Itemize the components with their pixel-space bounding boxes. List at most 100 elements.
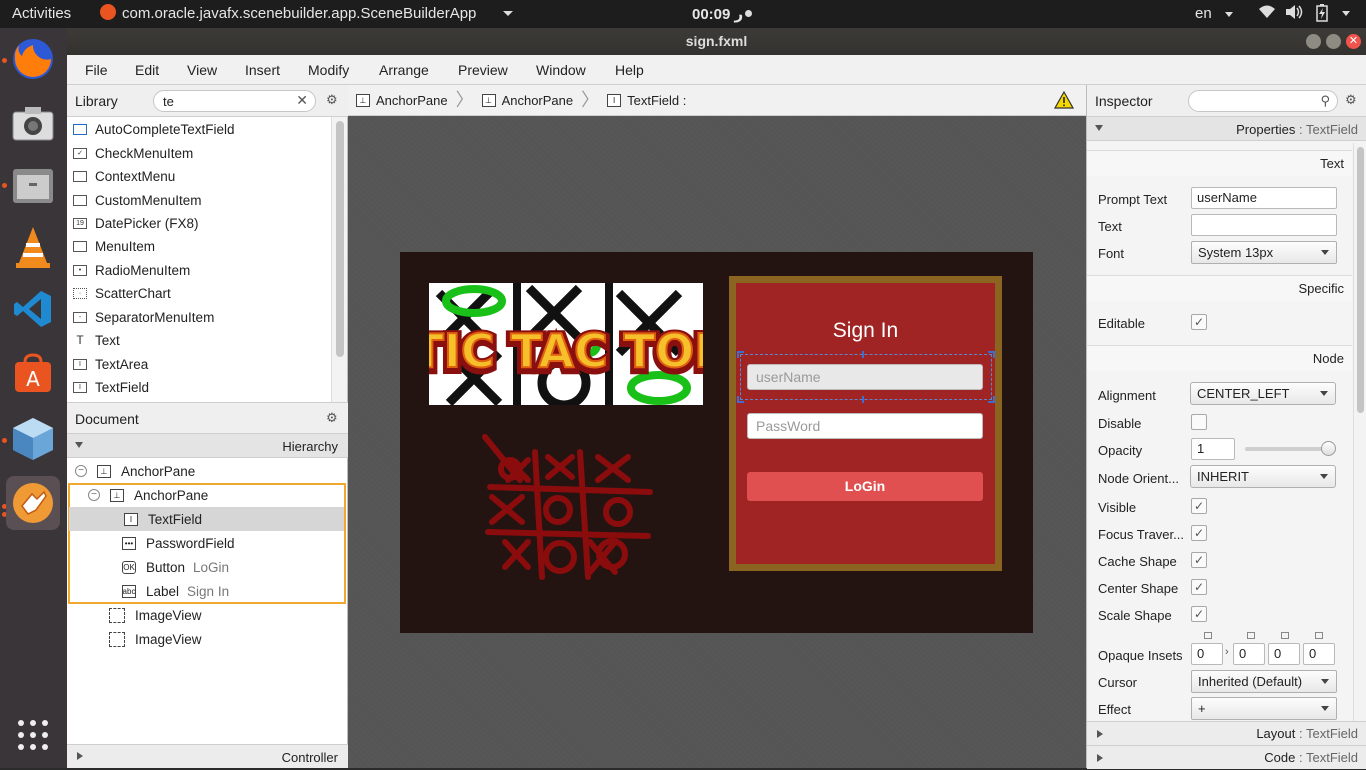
library-item[interactable]: AutoCompleteTextField [73,118,235,140]
menu-preview[interactable]: Preview [458,62,508,78]
inspector-scrollbar[interactable] [1353,143,1366,721]
effect-combo[interactable]: + [1191,697,1337,720]
tree-row-passwordfield[interactable]: ••• PasswordField [67,531,346,555]
warning-icon[interactable] [1053,90,1075,112]
tree-row-label[interactable]: abc Label Sign In [67,579,346,603]
collapse-icon[interactable]: − [75,465,87,477]
library-settings-gear-icon[interactable]: ⚙ [326,92,338,108]
show-applications-icon[interactable] [6,708,60,762]
board-imageview[interactable] [480,432,655,582]
activities-button[interactable]: Activities [12,5,71,22]
properties-header[interactable]: Properties : TextField [1087,117,1366,141]
inspector-scroll-thumb[interactable] [1357,147,1364,413]
library-item[interactable]: ContextMenu [73,165,175,187]
hierarchy-header[interactable]: Hierarchy [67,434,348,458]
library-item[interactable]: I TextField [73,376,149,398]
inset-right-field[interactable]: 0 [1233,643,1265,665]
tree-row-anchorpane-root[interactable]: − ⊥ AnchorPane [67,459,346,483]
close-button[interactable]: ✕ [1346,34,1361,49]
clock[interactable]: 00:09 ر [692,5,743,23]
vlc-icon[interactable] [6,220,60,274]
firefox-icon[interactable] [6,32,60,86]
opacity-slider-thumb[interactable] [1321,441,1336,456]
controller-header[interactable]: Controller [67,744,348,768]
library-item[interactable]: I TextArea [73,353,148,375]
library-item[interactable]: 19 DatePicker (FX8) [73,212,199,234]
center-shape-checkbox[interactable]: ✓ [1191,579,1207,595]
expand-arrow-icon[interactable] [1097,754,1103,762]
library-item[interactable]: - SeparatorMenuItem [73,306,214,328]
tree-row-imageview[interactable]: ImageView [67,627,346,651]
breadcrumb-item[interactable]: AnchorPane [376,93,448,108]
library-item[interactable]: · ScatterChart [73,282,171,304]
login-button[interactable]: LoGin [747,472,983,501]
code-section-header[interactable]: Code : TextField [1087,745,1366,769]
vscode-icon[interactable] [6,282,60,336]
layout-section-header[interactable]: Layout : TextField [1087,721,1366,745]
camera-app-icon[interactable] [6,96,60,150]
scale-shape-checkbox[interactable]: ✓ [1191,606,1207,622]
document-settings-gear-icon[interactable]: ⚙ [326,410,338,426]
collapse-arrow-icon[interactable] [1095,125,1103,131]
root-anchorpane[interactable]: TIC TAC TOE TIC TAC TOE Sign In us [400,252,1033,633]
focus-traversable-checkbox[interactable]: ✓ [1191,525,1207,541]
link-chevron-icon[interactable]: › [1225,646,1229,658]
software-center-icon[interactable]: A [6,346,60,400]
library-item[interactable]: CustomMenuItem [73,189,202,211]
library-scroll-thumb[interactable] [336,121,344,357]
tree-row-imageview[interactable]: ImageView [67,603,346,627]
inset-bottom-field[interactable]: 0 [1268,643,1300,665]
menu-file[interactable]: File [85,62,108,78]
prompt-text-field[interactable]: userName [1191,187,1337,209]
editable-checkbox[interactable]: ✓ [1191,314,1207,330]
language-indicator[interactable]: en [1195,5,1212,22]
handle-icon[interactable] [737,396,744,403]
battery-icon[interactable] [1316,4,1328,26]
handle-icon[interactable] [862,351,864,358]
maximize-button[interactable] [1326,34,1341,49]
library-item[interactable]: T Text [73,329,119,351]
inspector-search-input[interactable]: ⚲ [1188,90,1338,112]
collapse-arrow-icon[interactable] [75,442,83,448]
system-menu-chevron-icon[interactable] [1342,11,1350,16]
disable-checkbox[interactable] [1191,414,1207,430]
opacity-field[interactable]: 1 [1191,438,1235,460]
inset-left-field[interactable]: 0 [1303,643,1335,665]
cube-app-icon[interactable] [6,412,60,466]
visible-checkbox[interactable]: ✓ [1191,498,1207,514]
library-item[interactable]: • RadioMenuItem [73,259,190,281]
minimize-button[interactable] [1306,34,1321,49]
tree-row-anchorpane[interactable]: − ⊥ AnchorPane [67,483,346,507]
collapse-icon[interactable]: − [88,489,100,501]
handle-icon[interactable] [862,396,864,403]
font-combo[interactable]: System 13px [1191,241,1337,264]
menu-insert[interactable]: Insert [245,62,280,78]
username-textfield[interactable]: userName [747,364,983,390]
library-scrollbar[interactable] [331,117,347,402]
password-field[interactable]: PassWord [747,413,983,439]
alignment-combo[interactable]: CENTER_LEFT [1190,382,1336,405]
menu-modify[interactable]: Modify [308,62,349,78]
expand-arrow-icon[interactable] [77,752,83,760]
library-search-input[interactable]: te ✕ [153,90,316,112]
menu-help[interactable]: Help [615,62,644,78]
tree-row-textfield-selected[interactable]: I TextField [69,507,344,531]
menu-arrange[interactable]: Arrange [379,62,429,78]
handle-icon[interactable] [737,351,744,358]
wifi-icon[interactable] [1258,4,1276,24]
handle-icon[interactable] [988,351,995,358]
cache-shape-checkbox[interactable]: ✓ [1191,552,1207,568]
library-item[interactable]: ✓ CheckMenuItem [73,142,193,164]
menu-view[interactable]: View [187,62,217,78]
cursor-combo[interactable]: Inherited (Default) [1191,670,1337,693]
design-canvas[interactable]: TIC TAC TOE TIC TAC TOE Sign In us [348,116,1086,768]
signin-title-label[interactable]: Sign In [736,319,995,343]
breadcrumb-item[interactable]: AnchorPane [502,93,574,108]
inset-top-field[interactable]: 0 [1191,643,1223,665]
logo-imageview[interactable]: TIC TAC TOE TIC TAC TOE [429,283,703,405]
app-menu[interactable]: com.oracle.javafx.scenebuilder.app.Scene… [122,5,476,22]
scenebuilder-icon[interactable] [6,476,60,530]
breadcrumb-item[interactable]: TextField : [627,93,686,108]
volume-icon[interactable] [1285,4,1303,24]
tree-row-button[interactable]: OK Button LoGin [67,555,346,579]
